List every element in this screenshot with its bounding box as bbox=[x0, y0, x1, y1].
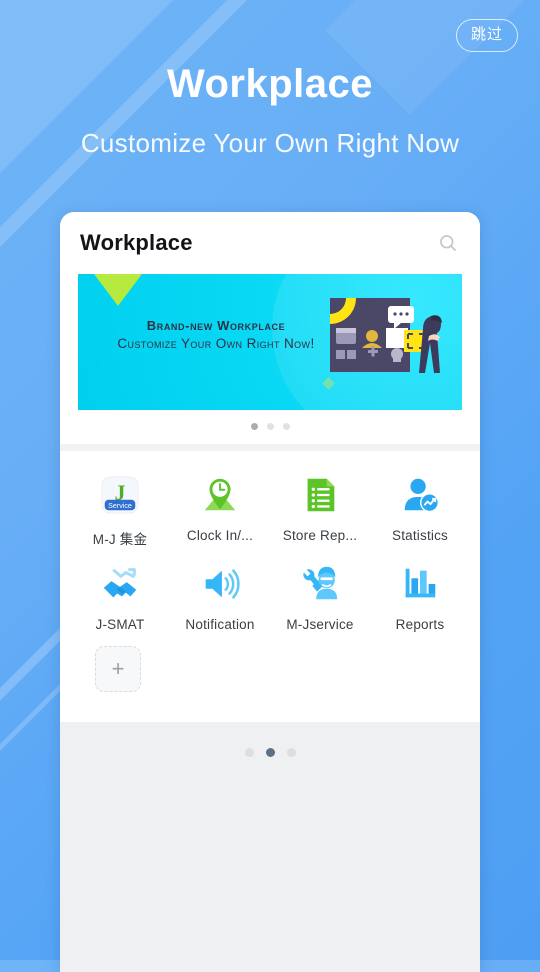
app-tile-statistics[interactable]: Statistics bbox=[370, 473, 470, 548]
banner-carousel[interactable]: Brand-new Workplace Customize Your Own R… bbox=[60, 274, 480, 444]
speaker-icon bbox=[198, 562, 242, 606]
banner-corner-triangle-icon bbox=[94, 274, 142, 306]
phone-screen: Workplace Brand-new Workplace Customize … bbox=[60, 212, 480, 722]
app-tile-label: M-J 集金 bbox=[92, 532, 148, 547]
app-tile-j-smat[interactable]: J-SMAT bbox=[70, 562, 170, 632]
app-tile-label: Notification bbox=[185, 617, 255, 632]
banner-slide[interactable]: Brand-new Workplace Customize Your Own R… bbox=[78, 274, 462, 410]
banner-subheadline: Customize Your Own Right Now! bbox=[117, 336, 315, 351]
app-header: Workplace bbox=[60, 212, 480, 274]
banner-dot-indicator[interactable] bbox=[78, 410, 462, 444]
app-tile-label: M-Jservice bbox=[286, 617, 354, 632]
app-tile-label: J-SMAT bbox=[95, 617, 145, 632]
page-dot-indicator[interactable] bbox=[60, 722, 480, 757]
phone-mockup: Workplace Brand-new Workplace Customize … bbox=[60, 212, 480, 972]
app-tile-label: Statistics bbox=[391, 528, 448, 543]
app-tile-notification[interactable]: Notification bbox=[170, 562, 270, 632]
skip-button[interactable]: 跳过 bbox=[456, 19, 518, 52]
bar-chart-icon bbox=[398, 562, 442, 606]
app-tile-label: Clock In/... bbox=[186, 528, 254, 543]
banner-headline: Brand-new Workplace bbox=[146, 318, 286, 333]
search-icon[interactable] bbox=[438, 233, 458, 253]
page-title: Workplace bbox=[166, 62, 374, 106]
app-tile-label: Store Rep... bbox=[282, 528, 358, 543]
banner-text-block: Brand-new Workplace Customize Your Own R… bbox=[96, 318, 336, 351]
app-tile-label: Reports bbox=[395, 617, 445, 632]
banner-illustration-icon bbox=[328, 292, 448, 396]
banner-dot[interactable] bbox=[282, 423, 290, 430]
banner-dot[interactable] bbox=[266, 423, 274, 430]
page-subtitle: Customize Your Own Right Now bbox=[80, 128, 460, 158]
page-dot[interactable] bbox=[286, 748, 296, 757]
svg-text:Service: Service bbox=[108, 502, 132, 510]
clock-location-pin-icon bbox=[198, 473, 242, 517]
add-app-row: + bbox=[60, 642, 480, 722]
page-dot[interactable] bbox=[244, 748, 254, 757]
handshake-growth-icon bbox=[98, 562, 142, 606]
wrench-worker-icon bbox=[298, 562, 342, 606]
app-grid: J Service M-J 集金 Clock In/... Store Rep.… bbox=[60, 451, 480, 642]
app-tile-reports[interactable]: Reports bbox=[370, 562, 470, 632]
app-header-title: Workplace bbox=[80, 230, 193, 255]
add-app-button[interactable]: + bbox=[95, 646, 141, 692]
j-service-icon: J Service bbox=[98, 473, 142, 517]
app-tile-clock-in[interactable]: Clock In/... bbox=[170, 473, 270, 548]
person-chart-icon bbox=[398, 473, 442, 517]
page-dot[interactable] bbox=[265, 748, 275, 757]
banner-dot[interactable] bbox=[250, 423, 258, 430]
app-tile-store-report[interactable]: Store Rep... bbox=[270, 473, 370, 548]
section-divider bbox=[60, 444, 480, 451]
app-tile-m-jservice[interactable]: M-Jservice bbox=[270, 562, 370, 632]
app-tile-mj-jijin[interactable]: J Service M-J 集金 bbox=[70, 473, 170, 548]
document-list-icon bbox=[298, 473, 342, 517]
